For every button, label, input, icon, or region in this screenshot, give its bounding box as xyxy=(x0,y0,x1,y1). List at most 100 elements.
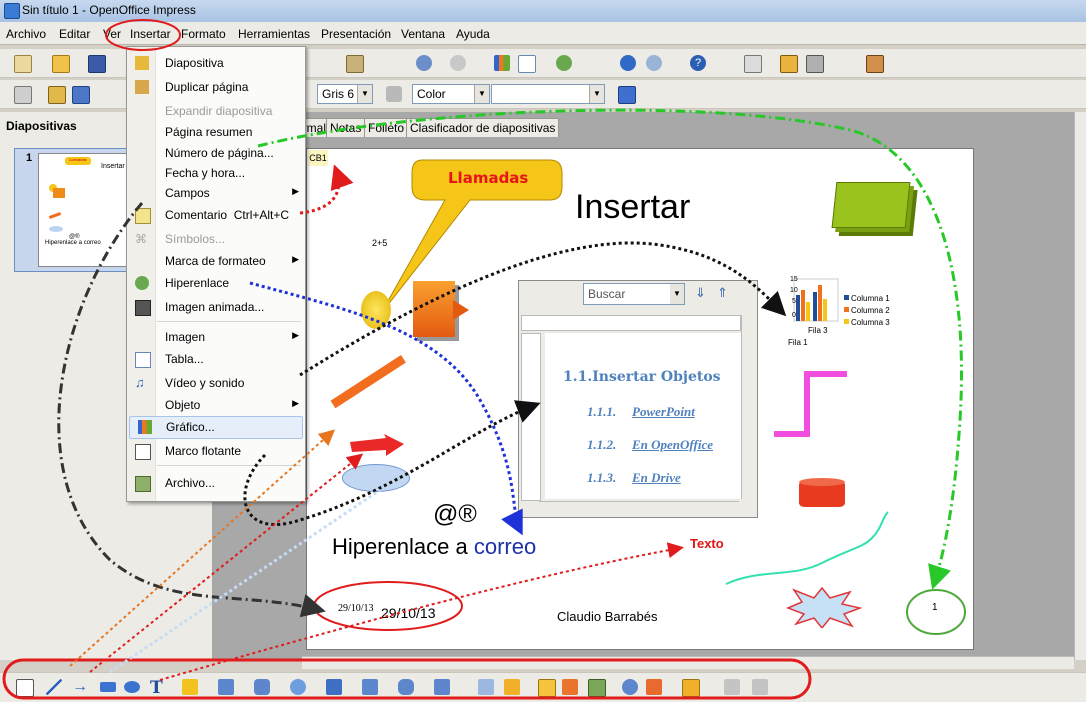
ellipse-shape[interactable] xyxy=(342,464,410,492)
menu-item-numero-pagina[interactable]: Número de página... xyxy=(127,143,305,163)
slideshow-icon[interactable] xyxy=(866,55,884,73)
rotate-icon[interactable] xyxy=(622,679,638,695)
elbow-connector[interactable] xyxy=(770,370,850,440)
menu-item-archivo[interactable]: Archivo... xyxy=(127,473,305,493)
extrusion-icon[interactable] xyxy=(724,679,740,695)
redo-icon[interactable] xyxy=(450,55,466,71)
writer-item-text[interactable]: PowerPoint xyxy=(632,404,695,420)
area-style-select[interactable]: Color ▼ xyxy=(412,84,490,104)
author-text[interactable]: Claudio Barrabés xyxy=(557,609,657,624)
page-number-field[interactable]: 1 xyxy=(932,602,938,613)
comment-marker[interactable]: CB1 xyxy=(308,150,328,166)
glue-points-icon[interactable] xyxy=(504,679,520,695)
text-tool-icon[interactable]: T xyxy=(150,678,166,698)
horizontal-scrollbar[interactable] xyxy=(302,656,1074,669)
help-icon[interactable]: ? xyxy=(690,55,706,71)
flowchart-icon[interactable] xyxy=(362,679,378,695)
symbols-text[interactable]: @® xyxy=(433,500,477,529)
writer-item-text[interactable]: En OpenOffice xyxy=(632,437,713,453)
menu-item-marco-flotante[interactable]: Marco flotante xyxy=(127,441,305,461)
chart-icon[interactable] xyxy=(494,55,510,71)
red-arrow-shape[interactable] xyxy=(348,434,408,458)
vertical-scrollbar[interactable] xyxy=(1074,112,1086,660)
menu-item-grafico[interactable]: Gráfico... xyxy=(129,416,303,439)
tab-clasificador[interactable]: Clasificador de diapositivas xyxy=(406,118,560,137)
menu-formato[interactable]: Formato xyxy=(181,27,226,41)
from-file-icon[interactable] xyxy=(562,679,578,695)
tab-folleto[interactable]: Folleto xyxy=(364,118,409,137)
menu-item-hiperenlace[interactable]: Hiperenlace xyxy=(127,273,305,293)
line-icon[interactable] xyxy=(48,86,66,104)
menu-ver[interactable]: Ver xyxy=(103,27,121,41)
menu-item-tabla[interactable]: Tabla... xyxy=(127,349,305,369)
formula-text[interactable]: 2+5 xyxy=(372,238,387,248)
callouts-icon[interactable] xyxy=(398,679,414,695)
menu-item-video-sonido[interactable]: ♫ Vídeo y sonido xyxy=(127,373,305,393)
slide-title[interactable]: Insertar xyxy=(575,188,690,227)
undo-icon[interactable] xyxy=(416,55,432,71)
writer-scrollbar[interactable] xyxy=(741,315,754,499)
points-icon[interactable] xyxy=(478,679,494,695)
layout-icon[interactable] xyxy=(806,55,824,73)
menu-ayuda[interactable]: Ayuda xyxy=(456,27,490,41)
arrow-block-shape[interactable] xyxy=(413,281,455,337)
block-arrows-icon[interactable] xyxy=(326,679,342,695)
rectangle-tool-icon[interactable] xyxy=(100,682,116,692)
writer-hscrollbar[interactable] xyxy=(539,501,739,514)
writer-item-text[interactable]: En Drive xyxy=(632,470,681,486)
hyperlink-globe-icon[interactable] xyxy=(556,55,572,71)
arrow-style-icon[interactable] xyxy=(72,86,90,104)
menu-herramientas[interactable]: Herramientas xyxy=(238,27,310,41)
freeform-line[interactable] xyxy=(722,508,892,588)
area-bucket-icon[interactable] xyxy=(386,86,402,102)
ellipse-tool-icon[interactable] xyxy=(124,681,140,693)
symbol-shapes-icon[interactable] xyxy=(290,679,306,695)
area-fill-select[interactable]: ▼ xyxy=(491,84,605,104)
display-icon[interactable] xyxy=(744,55,762,73)
new-icon[interactable] xyxy=(14,55,32,73)
menu-item-comentario[interactable]: Comentario Ctrl+Alt+C xyxy=(127,205,305,225)
line-tool-icon[interactable] xyxy=(46,679,62,695)
arrow-tool-icon[interactable]: → xyxy=(72,679,88,695)
select-arrow-icon[interactable] xyxy=(16,679,34,697)
menu-item-imagen[interactable]: Imagen ▶ xyxy=(127,327,305,347)
hyperlink-word[interactable]: correo xyxy=(474,534,536,559)
menu-item-resumen[interactable]: Página resumen xyxy=(127,122,305,142)
date-field-small[interactable]: 29/10/13 xyxy=(338,603,374,614)
paste-icon[interactable] xyxy=(346,55,364,73)
menu-item-objeto[interactable]: Objeto ▶ xyxy=(127,395,305,415)
shadow-icon[interactable] xyxy=(618,86,636,104)
menu-insertar[interactable]: Insertar xyxy=(130,27,171,41)
stacked-shapes[interactable] xyxy=(831,182,911,228)
basic-shapes-icon[interactable] xyxy=(254,679,270,695)
menu-item-imagen-animada[interactable]: Imagen animada... xyxy=(127,297,305,317)
connector-tool-icon[interactable] xyxy=(218,679,234,695)
navigator-icon[interactable] xyxy=(620,55,636,71)
open-icon[interactable] xyxy=(52,55,70,73)
explosion-shape[interactable] xyxy=(784,586,864,628)
zoom-icon[interactable] xyxy=(646,55,662,71)
menu-presentacion[interactable]: Presentación xyxy=(321,27,391,41)
writer-search-box[interactable]: Buscar ▼ xyxy=(583,283,685,305)
menu-item-marca-formateo[interactable]: Marca de formateo ▶ xyxy=(127,251,305,271)
hyperlink-line[interactable]: Hiperenlace a correo xyxy=(332,534,536,560)
menu-item-diapositiva[interactable]: Diapositiva xyxy=(127,53,305,73)
save-icon[interactable] xyxy=(88,55,106,73)
styles-icon[interactable] xyxy=(14,86,32,104)
arrow-down-icon[interactable]: ⇓ xyxy=(695,285,706,301)
text-label[interactable]: Texto xyxy=(690,536,724,551)
slide-icon[interactable] xyxy=(780,55,798,73)
menu-item-campos[interactable]: Campos ▶ xyxy=(127,183,305,203)
smiley-face-icon[interactable] xyxy=(361,291,391,329)
fontwork-icon[interactable] xyxy=(538,679,556,697)
menu-editar[interactable]: Editar xyxy=(59,27,90,41)
date-field-large[interactable]: 29/10/13 xyxy=(381,605,436,621)
effects-icon[interactable] xyxy=(752,679,768,695)
table-icon[interactable] xyxy=(518,55,536,73)
menu-ventana[interactable]: Ventana xyxy=(401,27,445,41)
curve-tool-icon[interactable] xyxy=(182,679,198,695)
menu-item-duplicar[interactable]: Duplicar página xyxy=(127,77,305,97)
gallery-icon[interactable] xyxy=(588,679,606,697)
tab-notas[interactable]: Notas xyxy=(326,118,366,137)
line-color-select[interactable]: Gris 6 ▼ xyxy=(317,84,373,104)
